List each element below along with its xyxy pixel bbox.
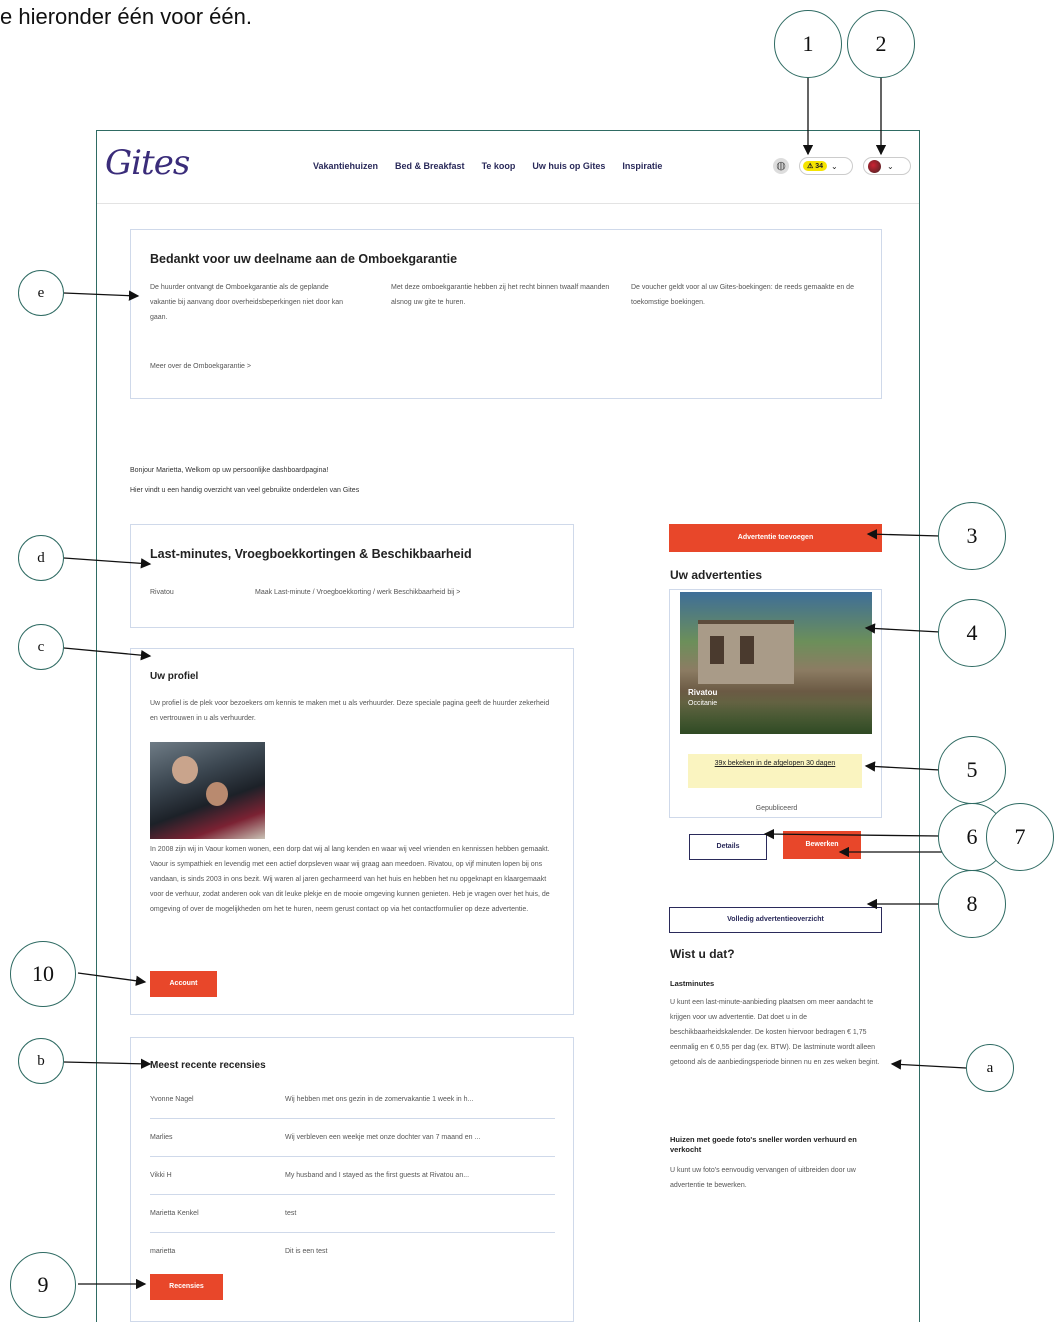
callout-1: 1 xyxy=(774,10,842,78)
callout-arrows xyxy=(63,76,972,1290)
callout-2: 2 xyxy=(847,10,915,78)
arrow-5 xyxy=(864,761,941,772)
arrow-3 xyxy=(866,529,941,540)
callout-10: 10 xyxy=(10,941,76,1007)
callout-7: 7 xyxy=(986,803,1054,871)
callout-5: 5 xyxy=(938,736,1006,804)
callout-8: 8 xyxy=(938,870,1006,938)
arrow-e xyxy=(63,290,140,301)
callout-e: e xyxy=(18,270,64,316)
callout-b: b xyxy=(18,1038,64,1084)
callout-d: d xyxy=(18,535,64,581)
callout-3: 3 xyxy=(938,502,1006,570)
callout-c: c xyxy=(18,624,64,670)
arrow-6 xyxy=(763,828,941,840)
callout-a: a xyxy=(966,1044,1014,1092)
arrow-10 xyxy=(77,972,147,986)
arrow-d xyxy=(63,557,152,569)
callout-4: 4 xyxy=(938,599,1006,667)
arrow-4 xyxy=(864,623,941,634)
arrow-c xyxy=(63,647,152,661)
arrow-a xyxy=(890,1059,967,1070)
arrow-b xyxy=(63,1058,152,1069)
callout-9: 9 xyxy=(10,1252,76,1318)
